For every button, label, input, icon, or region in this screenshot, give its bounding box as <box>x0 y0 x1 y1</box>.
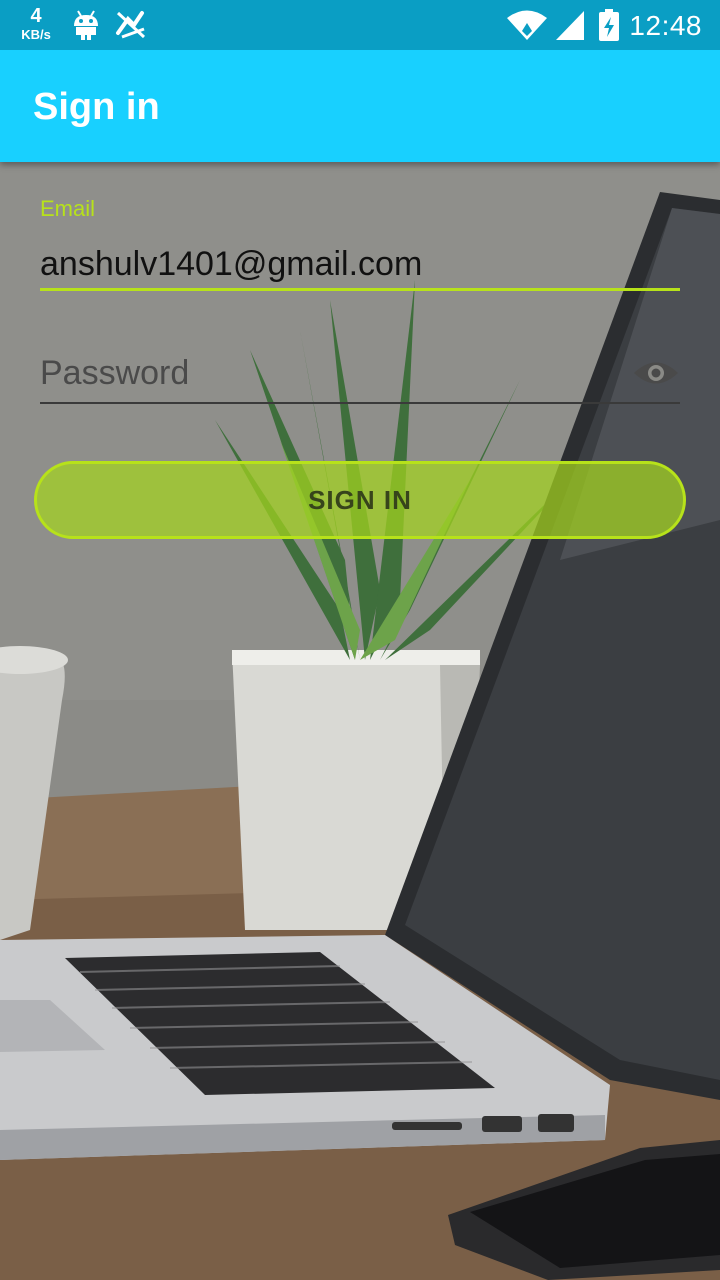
cell-signal-icon <box>556 11 584 40</box>
status-bar: 4 KB/s 12:48 <box>0 0 720 50</box>
battery-charging-icon <box>599 9 619 41</box>
email-underline <box>40 288 680 291</box>
notification-android-icon <box>74 10 98 40</box>
eye-icon[interactable] <box>632 356 680 390</box>
network-speed-value: 4 <box>30 5 42 27</box>
network-speed-indicator: 4 KB/s <box>16 6 56 41</box>
password-underline <box>40 402 680 404</box>
app-bar: Sign in <box>0 50 720 162</box>
wifi-icon <box>507 10 547 40</box>
status-time: 12:48 <box>629 10 702 41</box>
email-field[interactable] <box>40 234 680 294</box>
page-title: Sign in <box>33 86 160 128</box>
sign-in-screen: 4 KB/s 12:48 Sign in Email anshulv1401@g… <box>0 0 720 1280</box>
notification-muted-icon <box>116 11 146 39</box>
password-field[interactable] <box>40 343 680 403</box>
network-speed-unit: KB/s <box>21 27 51 42</box>
email-label: Email <box>40 196 96 221</box>
sign-in-button[interactable]: SIGN IN <box>34 461 686 539</box>
background-photo <box>0 0 720 1280</box>
